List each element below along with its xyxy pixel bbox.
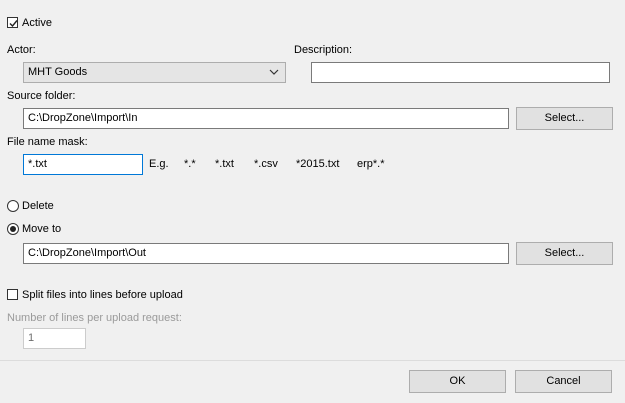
radio-selected-dot [10, 226, 16, 232]
delete-radio[interactable] [7, 200, 19, 212]
actor-dropdown[interactable]: MHT Goods [23, 62, 286, 83]
chevron-down-icon [269, 69, 279, 75]
move-folder-select-button[interactable]: Select... [516, 242, 613, 265]
split-label: Split files into lines before upload [22, 289, 183, 301]
source-folder-input[interactable]: C:\DropZone\Import\In [23, 108, 509, 129]
checkmark-icon [9, 20, 18, 28]
move-to-label: Move to [22, 223, 62, 235]
cancel-button[interactable]: Cancel [515, 370, 612, 393]
mask-example: *.* [184, 158, 196, 170]
ok-button[interactable]: OK [409, 370, 506, 393]
file-mask-label: File name mask: [7, 136, 88, 148]
active-label: Active [22, 17, 52, 29]
delete-label: Delete [22, 200, 54, 212]
mask-example: *2015.txt [296, 158, 340, 170]
mask-example: erp*.* [357, 158, 385, 170]
description-label: Description: [294, 44, 353, 56]
file-mask-input[interactable]: *.txt [23, 154, 143, 175]
actor-label: Actor: [7, 44, 36, 56]
active-checkbox[interactable] [7, 17, 18, 28]
description-input[interactable] [311, 62, 610, 83]
file-mask-eg-label: E.g. [149, 158, 169, 170]
move-to-radio[interactable] [7, 223, 19, 235]
source-folder-select-button[interactable]: Select... [516, 107, 613, 130]
move-folder-input[interactable]: C:\DropZone\Import\Out [23, 243, 509, 264]
source-folder-label: Source folder: [7, 90, 76, 102]
mask-example: *.csv [254, 158, 278, 170]
lines-per-request-input[interactable]: 1 [23, 328, 86, 349]
mask-example: *.txt [215, 158, 234, 170]
lines-per-request-label: Number of lines per upload request: [7, 312, 182, 324]
actor-value: MHT Goods [28, 66, 88, 78]
split-checkbox[interactable] [7, 289, 18, 300]
